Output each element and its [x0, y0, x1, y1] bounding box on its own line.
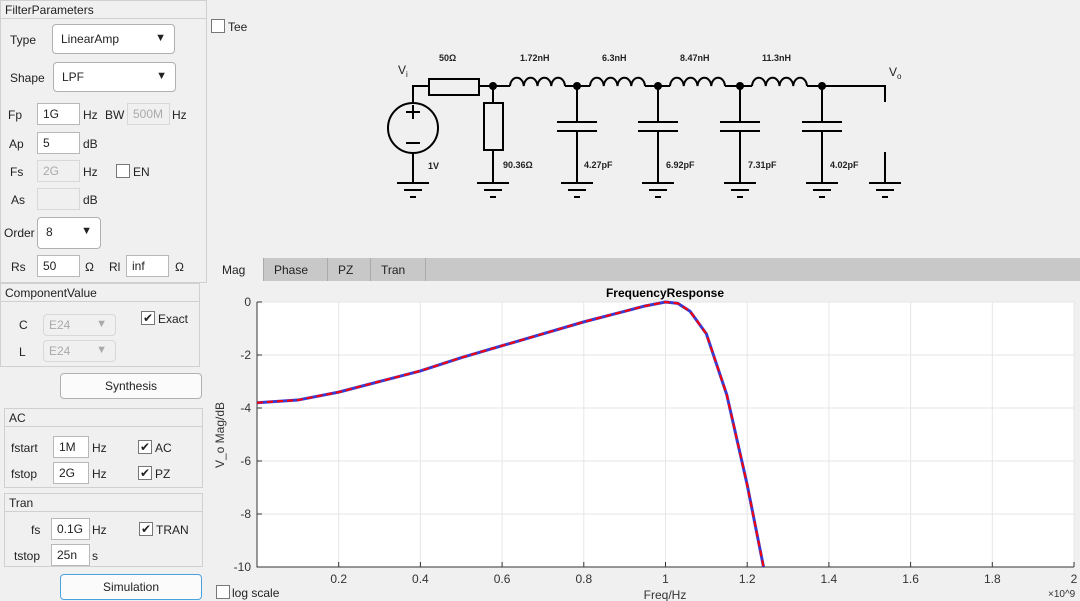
x-tick-label: 0.6 — [494, 572, 511, 586]
y-tick-label: 0 — [244, 295, 251, 309]
x-tick-label: 1.8 — [984, 572, 1001, 586]
frequency-response-chart: FrequencyResponse 0.2 0.4 0.6 0.8 1 1.2 1.4 1.6… — [213, 286, 1078, 601]
y-tick-label: -2 — [240, 348, 251, 362]
x-tick-label: 0.8 — [575, 572, 592, 586]
x-tick-label: 1.4 — [821, 572, 838, 586]
x-multiplier: ×10^9 — [1048, 589, 1076, 600]
x-axis-label: Freq/Hz — [644, 588, 687, 601]
x-tick-label: 1.6 — [902, 572, 919, 586]
chart-title: FrequencyResponse — [606, 286, 724, 300]
y-tick-label: -8 — [240, 507, 251, 521]
log-scale-checkbox[interactable] — [216, 585, 230, 599]
y-tick-label: -10 — [234, 560, 252, 574]
x-tick-label: 1.2 — [739, 572, 756, 586]
x-tick-label: 0.4 — [412, 572, 429, 586]
x-tick-label: 1 — [662, 572, 669, 586]
y-axis-label: V_o Mag/dB — [213, 402, 227, 468]
x-tick-label: 2 — [1071, 572, 1078, 586]
y-tick-label: -4 — [240, 401, 251, 415]
y-tick-label: -6 — [240, 454, 251, 468]
x-tick-label: 0.2 — [330, 572, 347, 586]
log-scale-label: log scale — [232, 586, 280, 600]
